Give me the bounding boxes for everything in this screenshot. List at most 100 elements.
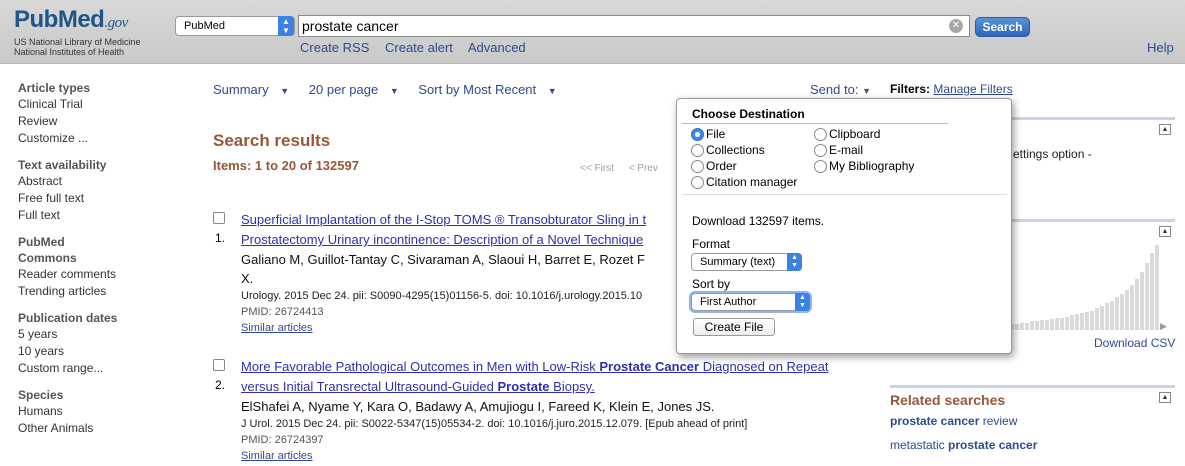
related-bold: prostate cancer <box>890 414 980 428</box>
advanced-link[interactable]: Advanced <box>468 40 526 55</box>
filter-custom-range[interactable]: Custom range... <box>18 360 178 377</box>
sort-menu-label: Sort by Most Recent <box>418 82 537 97</box>
caret-down-icon: ▼ <box>862 86 871 96</box>
result-checkbox[interactable] <box>213 359 225 371</box>
logo-line-2: National Institutes of Health <box>14 47 125 57</box>
result-checkbox[interactable] <box>213 212 225 224</box>
filter-group-species: Species Humans Other Animals <box>18 387 178 437</box>
dest-clipboard-radio[interactable]: Clipboard <box>814 126 880 142</box>
send-to-label: Send to: <box>810 82 859 97</box>
filter-customize[interactable]: Customize ... <box>18 130 178 147</box>
filters-bar: Filters: Manage Filters <box>890 82 1013 96</box>
title-segment: More Favorable Pathological Outcomes in … <box>241 359 600 374</box>
dest-citation-manager-radio[interactable]: Citation manager <box>691 174 797 190</box>
filter-full-text[interactable]: Full text <box>18 207 178 224</box>
title-segment: versus Initial Transrectal Ultrasound-Gu… <box>241 379 498 394</box>
manage-filters-link[interactable]: Manage Filters <box>933 82 1012 96</box>
search-query: prostate cancer <box>302 18 399 34</box>
divider <box>682 194 1007 195</box>
radio-label: Collections <box>706 143 765 157</box>
pubmed-logo[interactable]: PubMed.gov US National Library of Medici… <box>14 6 154 58</box>
chart-next-arrow-icon[interactable]: ▶ <box>1160 321 1167 332</box>
filter-humans[interactable]: Humans <box>18 403 178 420</box>
download-csv-link[interactable]: Download CSV <box>1094 336 1175 350</box>
result-number: 1. <box>215 231 226 245</box>
filter-clinical-trial[interactable]: Clinical Trial <box>18 96 178 113</box>
chevron-updown-icon: ▲ ▼ <box>278 16 294 36</box>
filter-other-animals[interactable]: Other Animals <box>18 420 178 437</box>
format-select[interactable]: Summary (text) ▲ ▼ <box>691 253 802 271</box>
caret-down-icon: ▼ <box>389 86 399 96</box>
similar-articles-link[interactable]: Similar articles <box>241 448 881 464</box>
caret-down-icon: ▼ <box>280 86 290 96</box>
filter-5-years[interactable]: 5 years <box>18 326 178 343</box>
dest-my-bibliography-radio[interactable]: My Bibliography <box>814 158 914 174</box>
chart-bar <box>1155 245 1160 330</box>
search-input[interactable]: prostate cancer ✕ <box>298 15 970 37</box>
format-menu[interactable]: Summary ▼ <box>213 82 297 97</box>
collapse-icon[interactable]: ▲ <box>1159 392 1171 403</box>
sort-select[interactable]: First Author ▲ ▼ <box>691 293 810 311</box>
radio-dot <box>691 176 704 189</box>
create-file-button[interactable]: Create File <box>693 318 775 336</box>
filter-review[interactable]: Review <box>18 113 178 130</box>
filter-group-pubmed-commons: PubMed Commons Reader comments Trending … <box>18 234 178 300</box>
send-to-menu[interactable]: Send to: ▼ <box>810 82 871 97</box>
pager-first[interactable]: << First <box>580 163 614 174</box>
related-search-link[interactable]: metastatic prostate cancer <box>890 438 1037 452</box>
filter-reader-comments[interactable]: Reader comments <box>18 266 178 283</box>
result-pmid: PMID: 26724397 <box>241 434 324 446</box>
pager: << First < Prev <box>580 163 670 174</box>
results-by-year-chart[interactable] <box>1010 245 1170 330</box>
related-pre: metastatic <box>890 438 949 452</box>
filters-label: Filters: <box>890 82 931 96</box>
search-button[interactable]: Search <box>975 17 1030 37</box>
sort-select-value: First Author <box>700 296 757 308</box>
format-select-value: Summary (text) <box>700 256 776 268</box>
radio-label: Order <box>706 159 737 173</box>
pager-prev[interactable]: < Prev <box>629 163 658 174</box>
filter-sidebar: Article types Clinical Trial Review Cust… <box>18 80 178 447</box>
filter-group-text-availability: Text availability Abstract Free full tex… <box>18 157 178 224</box>
result-title-line[interactable]: versus Initial Transrectal Ultrasound-Gu… <box>241 377 881 397</box>
radio-dot <box>814 144 827 157</box>
filter-group-publication-dates: Publication dates 5 years 10 years Custo… <box>18 310 178 377</box>
settings-text: ettings option - <box>1013 147 1092 161</box>
filter-free-full-text[interactable]: Free full text <box>18 190 178 207</box>
sort-menu[interactable]: Sort by Most Recent ▼ <box>418 82 564 97</box>
related-rest: review <box>979 414 1018 428</box>
divider <box>682 123 948 124</box>
database-select-value: PubMed <box>184 20 225 32</box>
result-title-line[interactable]: More Favorable Pathological Outcomes in … <box>241 357 881 377</box>
create-rss-link[interactable]: Create RSS <box>300 40 369 55</box>
filter-trending-articles[interactable]: Trending articles <box>18 283 178 300</box>
per-page-menu[interactable]: 20 per page ▼ <box>309 82 407 97</box>
per-page-label: 20 per page <box>308 82 379 97</box>
filter-10-years[interactable]: 10 years <box>18 343 178 360</box>
dest-order-radio[interactable]: Order <box>691 158 737 174</box>
results-count: Items: 1 to 20 of 132597 <box>213 158 359 173</box>
radio-dot <box>814 160 827 173</box>
chevron-updown-icon: ▲ ▼ <box>787 253 802 271</box>
related-search-link[interactable]: prostate cancer review <box>890 414 1017 428</box>
logo-word: PubMed <box>14 6 105 33</box>
dest-email-radio[interactable]: E-mail <box>814 142 863 158</box>
results-toolbar: Summary ▼ 20 per page ▼ Sort by Most Rec… <box>213 82 573 97</box>
filter-abstract[interactable]: Abstract <box>18 173 178 190</box>
create-alert-link[interactable]: Create alert <box>385 40 453 55</box>
filter-group-title: PubMed Commons <box>18 235 77 265</box>
format-label: Format <box>692 237 731 251</box>
collapse-icon[interactable]: ▲ <box>1159 124 1171 135</box>
clear-search-icon[interactable]: ✕ <box>949 19 963 33</box>
radio-dot <box>691 160 704 173</box>
related-searches-heading: Related searches <box>890 392 1006 408</box>
dest-file-radio[interactable]: File <box>691 126 725 142</box>
download-count-text: Download 132597 items. <box>692 214 825 228</box>
filter-group-title: Publication dates <box>18 311 118 325</box>
collapse-icon[interactable]: ▲ <box>1159 226 1171 237</box>
dest-collections-radio[interactable]: Collections <box>691 142 765 158</box>
radio-dot <box>814 128 827 141</box>
title-segment: Diagnosed on Repeat <box>699 359 829 374</box>
database-select[interactable]: PubMed ▲ ▼ <box>175 16 295 36</box>
help-link[interactable]: Help <box>1147 40 1174 55</box>
